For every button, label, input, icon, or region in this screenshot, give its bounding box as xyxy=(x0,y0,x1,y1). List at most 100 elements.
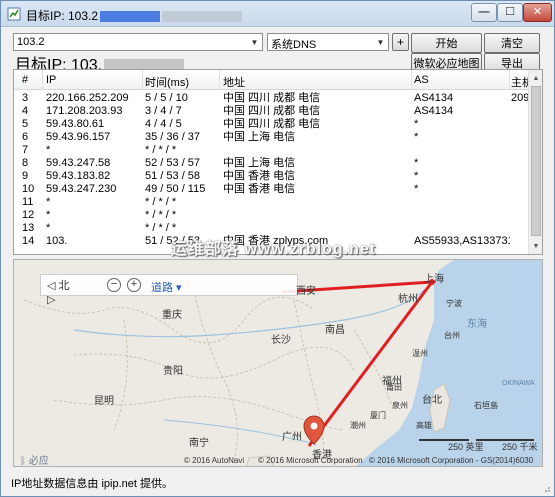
trace-table[interactable]: # IP 时间(ms) 地址 AS 主机 3 220.166.252.209 5 /… xyxy=(13,69,543,255)
cell-no: 11 xyxy=(22,196,34,208)
map-style-dropdown[interactable]: 道路 ▾ xyxy=(151,279,182,295)
chevron-down-icon[interactable]: ▼ xyxy=(247,34,262,50)
close-button[interactable]: ✕ xyxy=(523,3,552,22)
location-pin-icon[interactable] xyxy=(303,415,325,445)
copyright-text: © 2016 Microsoft Corporation xyxy=(258,456,363,465)
redaction-mask xyxy=(100,11,161,23)
chevron-down-icon[interactable]: ▼ xyxy=(373,34,388,50)
clear-button[interactable]: 清空 xyxy=(484,33,540,53)
column-header-address[interactable]: 地址 xyxy=(223,74,245,90)
cell-no: 4 xyxy=(22,105,29,117)
vertical-scrollbar[interactable]: ▲ ▼ xyxy=(528,70,542,254)
city-label: 台北 xyxy=(422,395,442,406)
copyright-text: © 2016 AutoNavi xyxy=(184,456,245,465)
table-row[interactable]: 11 * * / * / * xyxy=(14,196,542,208)
copyright-text: © 2016 Microsoft Corporation - GS(2014)6… xyxy=(369,456,534,465)
cell-no: 8 xyxy=(22,157,29,169)
small-map-label: 厦门 xyxy=(370,411,386,420)
small-map-label: 潮州 xyxy=(350,421,366,430)
cell-time: * / * / * xyxy=(145,209,177,221)
table-header: # IP 时间(ms) 地址 AS 主机 xyxy=(14,70,542,90)
cell-no: 12 xyxy=(22,209,35,221)
table-row[interactable]: 5 59.43.80.61 4 / 4 / 5 中国 四川 成都 电信 * xyxy=(14,118,542,130)
small-map-label: 温州 xyxy=(412,349,428,358)
cell-ip: 220.166.252.209 xyxy=(46,92,129,104)
watermark-text: 运维部落 www.zrblog.net xyxy=(171,241,377,258)
cell-ip: * xyxy=(46,196,51,208)
table-row[interactable]: 7 * * / * / * xyxy=(14,144,542,156)
cell-as: * xyxy=(414,118,419,130)
small-map-label: 石垣島 xyxy=(474,401,498,410)
bing-logo: ᛒ 必应 xyxy=(20,456,49,467)
cell-ip: 59.43.247.58 xyxy=(46,157,111,169)
sea-label: 东海 xyxy=(467,319,487,330)
table-row[interactable]: 4 171.208.203.93 3 / 4 / 7 中国 四川 成都 电信 AS413… xyxy=(14,105,542,117)
cell-no: 6 xyxy=(22,131,29,143)
column-header-ip[interactable]: IP xyxy=(46,74,56,86)
table-row[interactable]: 12 * * / * / * xyxy=(14,209,542,221)
city-label: 昆明 xyxy=(94,396,114,407)
cell-as: * xyxy=(414,157,419,169)
zoom-out-icon[interactable]: − xyxy=(107,278,121,292)
table-row[interactable]: 3 220.166.252.209 5 / 5 / 10 中国 四川 成都 电信 AS4… xyxy=(14,92,542,104)
minimize-icon: — xyxy=(478,6,490,18)
scale-km: 250 千米 xyxy=(502,442,538,452)
scroll-down-icon[interactable]: ▼ xyxy=(530,239,542,253)
redaction-mask xyxy=(162,11,243,23)
cell-ip: * xyxy=(46,222,51,234)
cell-ip: 59.43.183.82 xyxy=(46,170,111,182)
scroll-up-icon[interactable]: ▲ xyxy=(530,71,542,85)
city-label: 杭州 xyxy=(398,294,418,305)
cell-time: 35 / 36 / 37 xyxy=(145,131,201,143)
maximize-button[interactable]: ☐ xyxy=(497,3,523,22)
route-map[interactable]: ◁ 北 ▷ − + 道路 ▾ 西安 重庆 长沙 南昌 杭州 上海 福州 贵阳 昆… xyxy=(13,259,543,467)
cell-time: * / * / * xyxy=(145,222,177,234)
cell-no: 14 xyxy=(22,235,35,247)
cell-addr: 中国 上海 电信 xyxy=(223,157,296,169)
scrollbar-thumb[interactable] xyxy=(531,86,541,236)
dns-value: 系统DNS xyxy=(271,39,317,51)
table-row[interactable]: 10 59.43.247.230 49 / 50 / 115 中国 香港 电信 * xyxy=(14,183,542,195)
city-label: 重庆 xyxy=(162,310,182,321)
cell-addr: 中国 香港 电信 xyxy=(223,170,296,182)
cell-no: 10 xyxy=(22,183,35,195)
cell-ip: * xyxy=(46,209,51,221)
cell-addr: 中国 四川 成都 电信 xyxy=(223,92,321,104)
app-window: 目标IP: 103.2 — ☐ ✕ 103.2 ▼ 系统DNS ▼ + 开始 清… xyxy=(0,0,555,497)
small-map-label: 高雄 xyxy=(416,421,432,430)
column-header-as[interactable]: AS xyxy=(414,74,429,86)
compass-icon[interactable]: ◁ 北 ▷ xyxy=(47,277,75,306)
cell-ip: 59.43.80.61 xyxy=(46,118,105,130)
dns-select[interactable]: 系统DNS ▼ xyxy=(267,33,389,51)
city-label: 上海 xyxy=(424,274,444,285)
cell-no: 13 xyxy=(22,222,35,234)
table-row[interactable]: 9 59.43.183.82 51 / 53 / 58 中国 香港 电信 * xyxy=(14,170,542,182)
title-bar[interactable]: 目标IP: 103.2 — ☐ ✕ xyxy=(1,1,554,27)
cell-time: 49 / 50 / 115 xyxy=(145,183,206,195)
resize-grip-icon[interactable] xyxy=(541,483,551,493)
cell-time: * / * / * xyxy=(145,144,177,156)
status-text: IP地址数据信息由 ipip.net 提供。 xyxy=(11,478,173,490)
cell-addr: 中国 香港 电信 xyxy=(223,183,296,195)
cell-time: * / * / * xyxy=(145,196,177,208)
minimize-button[interactable]: — xyxy=(471,3,497,22)
zoom-in-icon[interactable]: + xyxy=(127,278,141,292)
table-row[interactable]: 6 59.43.96.157 35 / 36 / 37 中国 上海 电信 * xyxy=(14,131,542,143)
table-row[interactable]: 13 * * / * / * xyxy=(14,222,542,234)
table-row[interactable]: 8 59.43.247.58 52 / 53 / 57 中国 上海 电信 * xyxy=(14,157,542,169)
window-title: 目标IP: 103.2 xyxy=(26,7,243,24)
host-input[interactable]: 103.2 ▼ xyxy=(13,33,263,51)
cell-as: * xyxy=(414,170,419,182)
column-header-no[interactable]: # xyxy=(22,74,28,86)
cell-ip: 171.208.203.93 xyxy=(46,105,123,117)
start-button[interactable]: 开始 xyxy=(411,33,482,53)
small-map-label: OKINAWA xyxy=(502,380,535,387)
small-map-label: 宁波 xyxy=(446,299,462,308)
cell-no: 3 xyxy=(22,92,29,104)
cell-time: 4 / 4 / 5 xyxy=(145,118,182,130)
cell-as: AS4134 xyxy=(414,92,454,104)
add-button[interactable]: + xyxy=(392,33,409,51)
column-header-time[interactable]: 时间(ms) xyxy=(145,74,189,90)
cell-addr: 中国 四川 成都 电信 xyxy=(223,105,321,117)
cell-no: 9 xyxy=(22,170,29,182)
